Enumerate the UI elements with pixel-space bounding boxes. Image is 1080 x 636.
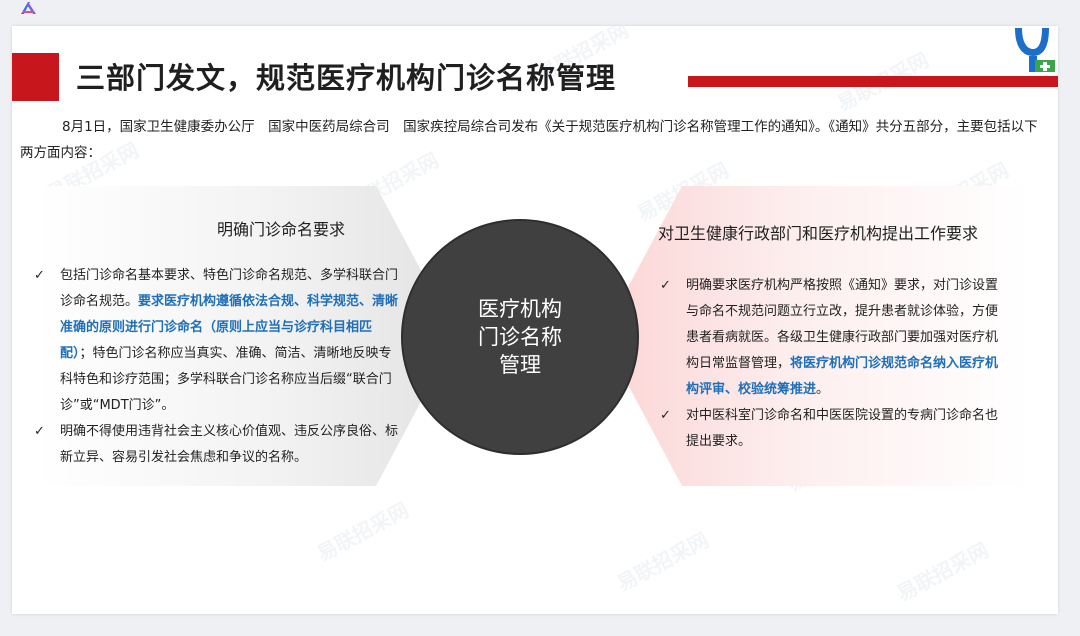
checkmark-icon: ✓ [660,408,671,423]
app-logo-icon [21,2,36,14]
center-circle: 医疗机构 门诊名称 管理 [401,219,639,455]
left-bullet-list: ✓ 包括门诊命名基本要求、特色门诊命名规范、多学科联合门诊命名规范。要求医疗机构… [34,263,404,471]
checkmark-icon: ✓ [660,278,671,293]
watermark: 易联招采网 [892,537,993,606]
list-item: ✓ 包括门诊命名基本要求、特色门诊命名规范、多学科联合门诊命名规范。要求医疗机构… [34,263,404,419]
list-item: ✓ 对中医科室门诊命名和中医医院设置的专病门诊命名也提出要求。 [660,403,1010,455]
list-item: ✓ 明确不得使用违背社会主义核心价值观、违反公序良俗、标新立异、容易引发社会焦虑… [34,419,404,471]
list-item: ✓ 明确要求医疗机构严格按照《通知》要求，对门诊设置与命名不规范问题立行立改，提… [660,273,1010,403]
watermark: 易联招采网 [312,497,413,566]
right-bullet-list: ✓ 明确要求医疗机构严格按照《通知》要求，对门诊设置与命名不规范问题立行立改，提… [660,273,1010,455]
checkmark-icon: ✓ [34,268,45,283]
center-label: 医疗机构 门诊名称 管理 [478,297,562,377]
right-panel-title: 对卫生健康行政部门和医疗机构提出工作要求 [658,224,979,243]
slide-title: 三部门发文，规范医疗机构门诊名称管理 [76,61,617,95]
title-accent-bar [688,76,1058,87]
left-panel-title: 明确门诊命名要求 [217,220,346,239]
slide: 易联招采网 易联招采网 易联招采网 易联招采网 易联招采网 易联招采网 易联招采… [12,26,1058,614]
intro-paragraph: 8月1日，国家卫生健康委办公厅 国家中医药局综合司 国家疾控局综合司发布《关于规… [20,119,1038,161]
brand-logo-icon [1009,26,1058,74]
title-accent-block [12,53,59,101]
watermark: 易联招采网 [612,527,713,596]
checkmark-icon: ✓ [34,424,45,439]
